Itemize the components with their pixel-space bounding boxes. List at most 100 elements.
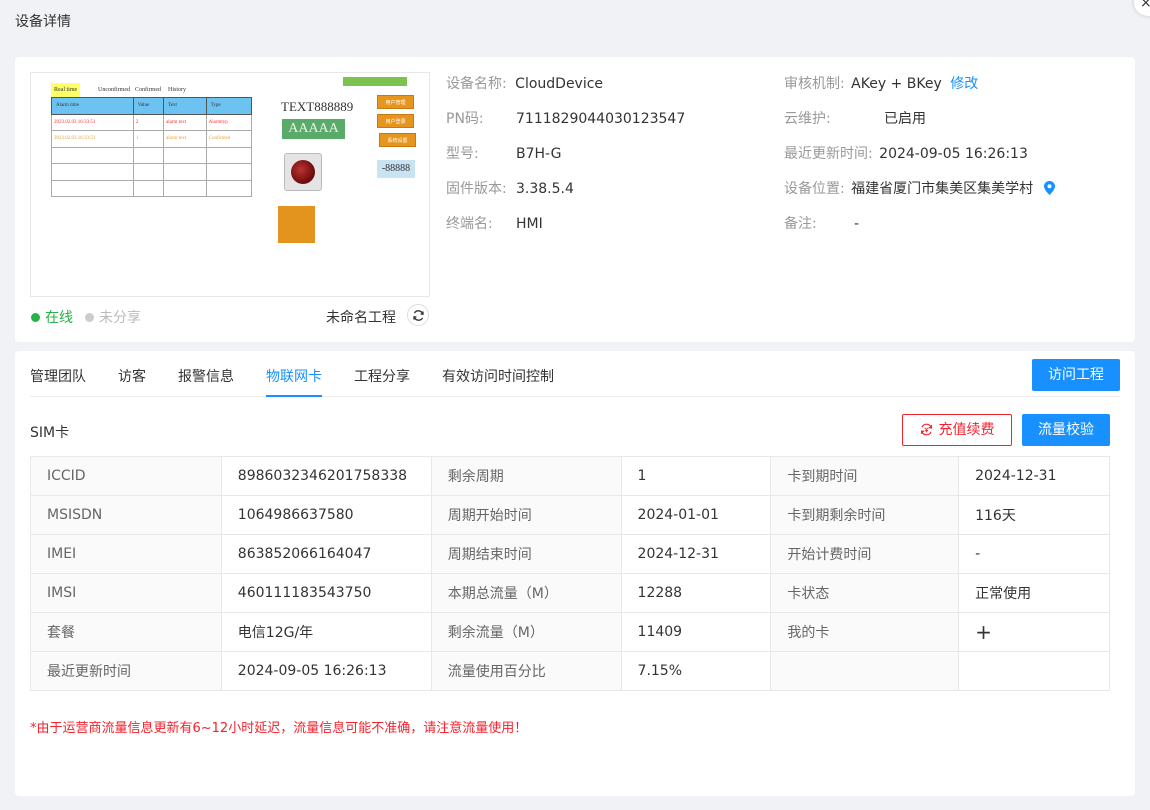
preview-tab: History xyxy=(168,87,186,93)
table-row: ICCID 8986032346201758338 剩余周期 1 卡到期时间 2024-1… xyxy=(30,456,1110,496)
modify-link[interactable]: 修改 xyxy=(950,76,978,92)
online-dot-icon xyxy=(31,312,40,322)
preview-cell: 2023.02.03 16:33:51 xyxy=(51,113,134,131)
preview-cell: 2023.02.03 16:33:51 xyxy=(51,130,134,148)
tab-access-time[interactable]: 有效访问时间控制 xyxy=(442,366,554,397)
sim-field-value xyxy=(958,651,1110,691)
info-remark: 备注: - xyxy=(784,214,859,234)
sim-field-label: MSISDN xyxy=(30,495,222,535)
info-label: 型号: xyxy=(446,146,479,162)
info-value: B7H-G xyxy=(516,146,562,162)
tab-project-share[interactable]: 工程分享 xyxy=(354,366,410,397)
tab-visitor[interactable]: 访客 xyxy=(118,366,146,397)
sim-field-value: 电信12G/年 xyxy=(220,612,432,652)
table-row: IMEI 863852066164047 周期结束时间 2024-12-31 开始计费时… xyxy=(30,534,1110,574)
preview-cell: alarm text xyxy=(163,113,207,131)
preview-col-header: Type xyxy=(205,97,253,115)
info-terminal-name: 终端名: HMI xyxy=(446,214,543,234)
info-label: 设备位置: xyxy=(784,181,845,197)
sim-field-value: 460111183543750 xyxy=(220,573,432,613)
info-value: - xyxy=(854,216,860,232)
sim-field-label: 流量使用百分比 xyxy=(430,651,622,691)
sim-field-label: 我的卡 xyxy=(770,612,960,652)
dialog-title: 设备详情 xyxy=(15,14,71,30)
sim-field-label: 卡状态 xyxy=(770,573,960,613)
tab-alarm[interactable]: 报警信息 xyxy=(178,366,234,397)
sim-field-value: 2024-12-31 xyxy=(958,456,1110,496)
traffic-delay-note: *由于运营商流量信息更新有6~12小时延迟，流量信息可能不准确，请注意流量使用！ xyxy=(30,721,528,736)
sim-field-value: 1064986637580 xyxy=(220,495,432,535)
preview-number-display: -88888 xyxy=(377,160,415,178)
recharge-label: 充值续费 xyxy=(938,422,995,438)
sim-field-label: 套餐 xyxy=(30,612,222,652)
sim-field-value: - xyxy=(958,534,1110,574)
preview-alarm-tabs: Real time Unconfirmed Confirmed History xyxy=(51,83,251,97)
recharge-icon xyxy=(920,423,932,436)
sim-field-value: 7.15% xyxy=(620,651,772,691)
preview-col-header: Text xyxy=(163,97,207,115)
preview-cell: 2 xyxy=(132,113,165,131)
tab-iot-card[interactable]: 物联网卡 xyxy=(266,366,322,397)
sim-field-value: 116天 xyxy=(958,495,1110,535)
sim-field-label: 最近更新时间 xyxy=(30,651,222,691)
project-name: 未命名工程 xyxy=(326,310,396,326)
dialog-header: 设备详情 xyxy=(0,0,1150,42)
info-value: 3.38.5.4 xyxy=(516,181,574,197)
share-status: 未分享 xyxy=(85,307,141,327)
traffic-check-button[interactable]: 流量校验 xyxy=(1022,414,1110,446)
refresh-icon xyxy=(413,310,424,321)
info-label: 终端名: xyxy=(446,216,493,232)
sim-field-label: ICCID xyxy=(30,456,222,496)
info-value: 福建省厦门市集美区集美学村 xyxy=(851,181,1034,197)
preview-orange-block xyxy=(278,206,315,243)
info-value: 已启用 xyxy=(884,111,926,127)
online-label: 在线 xyxy=(45,310,73,326)
visit-project-button[interactable]: 访问工程 xyxy=(1032,359,1120,391)
sim-info-table: ICCID 8986032346201758338 剩余周期 1 卡到期时间 2024-1… xyxy=(30,456,1110,691)
info-location: 设备位置: 福建省厦门市集美区集美学村 xyxy=(784,179,1055,199)
recharge-button[interactable]: 充值续费 xyxy=(902,414,1012,446)
preview-green-bar xyxy=(343,77,407,86)
add-my-card-icon[interactable]: + xyxy=(958,612,1110,652)
info-model: 型号: B7H-G xyxy=(446,144,561,164)
preview-text-label: TEXT888889 xyxy=(281,99,354,114)
device-overview-card: Real time Unconfirmed Confirmed History … xyxy=(15,57,1135,342)
info-value: 7111829044030123547 xyxy=(516,111,686,127)
refresh-button[interactable] xyxy=(407,304,429,326)
project-preview[interactable]: Real time Unconfirmed Confirmed History … xyxy=(30,72,430,297)
info-value: 2024-09-05 16:26:13 xyxy=(879,146,1028,162)
sim-field-value: 正常使用 xyxy=(958,573,1110,613)
sim-field-value: 2024-01-01 xyxy=(620,495,772,535)
preview-system-settings-button: 系统设置 xyxy=(379,133,416,147)
location-pin-icon[interactable] xyxy=(1043,181,1055,195)
sim-field-label: 开始计费时间 xyxy=(770,534,960,574)
table-row: MSISDN 1064986637580 周期开始时间 2024-01-01 卡到期剩余… xyxy=(30,495,1110,535)
share-label: 未分享 xyxy=(99,310,141,326)
detail-tabs-card: 管理团队 访客 报警信息 物联网卡 工程分享 有效访问时间控制 访问工程 SIM… xyxy=(15,351,1135,796)
sim-card-title: SIM卡 xyxy=(30,425,70,441)
preview-knob-icon xyxy=(284,153,322,191)
info-audit: 审核机制: AKey + BKey 修改 xyxy=(784,74,978,94)
preview-alarm-table: Alarm time Value Text Type 2023.02.03 16… xyxy=(51,97,253,197)
info-value: HMI xyxy=(516,216,543,232)
info-firmware: 固件版本: 3.38.5.4 xyxy=(446,179,574,199)
info-label: 备注: xyxy=(784,216,817,232)
sim-field-label xyxy=(770,651,960,691)
share-dot-icon xyxy=(85,312,94,322)
table-row: 最近更新时间 2024-09-05 16:26:13 流量使用百分比 7.15% xyxy=(30,651,1110,691)
preview-tab: Unconfirmed xyxy=(98,87,130,93)
sim-field-label: 周期结束时间 xyxy=(430,534,622,574)
info-pn-code: PN码: 7111829044030123547 xyxy=(446,109,685,129)
sim-field-label: 剩余周期 xyxy=(430,456,622,496)
table-row: IMSI 460111183543750 本期总流量（M） 12288 卡状态 正常使用 xyxy=(30,573,1110,613)
preview-col-header: Alarm time xyxy=(51,97,134,115)
sim-field-label: 卡到期剩余时间 xyxy=(770,495,960,535)
preview-cell: alarm text xyxy=(163,130,207,148)
preview-user-manage-button: 用户管理 xyxy=(377,95,414,109)
sim-field-value: 1 xyxy=(620,456,772,496)
sim-field-value: 11409 xyxy=(620,612,772,652)
sim-field-label: 剩余流量（M） xyxy=(430,612,622,652)
tab-team[interactable]: 管理团队 xyxy=(30,366,86,397)
table-row: 套餐 电信12G/年 剩余流量（M） 11409 我的卡 + xyxy=(30,612,1110,652)
sim-field-value: 2024-12-31 xyxy=(620,534,772,574)
